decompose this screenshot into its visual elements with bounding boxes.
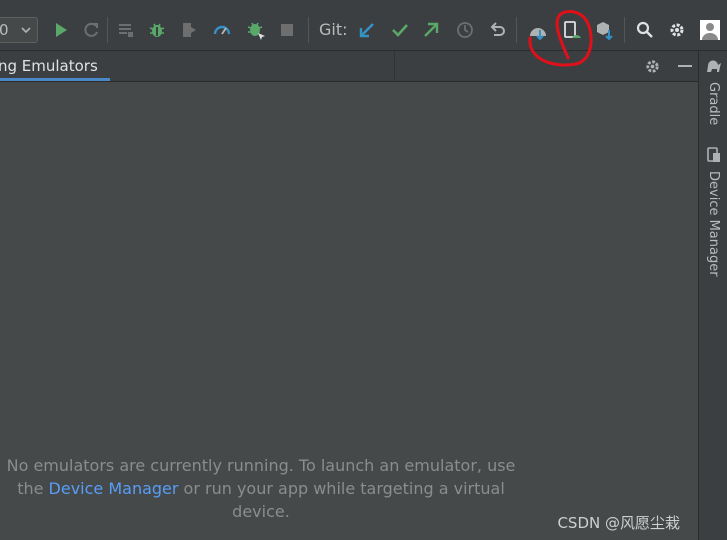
debug-icon[interactable]	[146, 19, 168, 41]
search-icon[interactable]	[634, 19, 656, 41]
empty-message-prefix: the	[17, 479, 49, 498]
chevron-down-icon	[20, 23, 32, 41]
gradle-tool-tab[interactable]: Gradle	[701, 59, 726, 125]
toolbar-separator	[624, 17, 625, 43]
git-label: Git:	[319, 20, 348, 39]
attach-debug-process-icon[interactable]	[244, 19, 268, 41]
tool-window-header: ng Emulators	[0, 51, 698, 82]
toolbar-separator	[107, 17, 108, 43]
device-manager-tab-label: Device Manager	[706, 171, 721, 277]
device-manager-tool-tab[interactable]: Device Manager	[701, 147, 726, 277]
main-toolbar: 0 Git:	[0, 0, 727, 51]
gradle-elephant-icon	[706, 59, 722, 78]
empty-message-suffix: or run your app while targeting a virtua…	[178, 479, 505, 521]
git-rollback-icon[interactable]	[486, 19, 508, 41]
toolbar-separator	[308, 17, 309, 43]
git-commit-icon[interactable]	[389, 19, 411, 41]
avd-download-icon[interactable]	[592, 19, 616, 41]
device-manager-tab-icon	[706, 147, 721, 167]
tab-label: ng Emulators	[0, 57, 98, 75]
right-tool-strip: Gradle Device Manager	[698, 51, 727, 540]
panel-settings-icon[interactable]	[642, 56, 662, 76]
empty-message-line2: the Device Manager or run your app while…	[0, 477, 522, 523]
profiler-icon[interactable]	[211, 19, 233, 41]
tab-running-emulators[interactable]: ng Emulators	[0, 51, 110, 81]
toolbar-separator	[516, 17, 517, 43]
sdk-manager-icon[interactable]	[526, 19, 550, 41]
minimize-icon[interactable]	[675, 56, 695, 76]
settings-icon[interactable]	[666, 19, 688, 41]
git-push-icon[interactable]	[420, 19, 442, 41]
run-config-selector[interactable]: 0	[0, 17, 38, 43]
apply-changes-icon[interactable]	[80, 19, 102, 41]
watermark: CSDN @风愿尘栽	[557, 514, 680, 532]
user-avatar-icon[interactable]	[699, 19, 721, 41]
coverage-icon[interactable]	[115, 19, 137, 41]
tab-separator	[394, 51, 395, 81]
empty-state-message: No emulators are currently running. To l…	[0, 454, 522, 523]
device-manager-link[interactable]: Device Manager	[49, 479, 179, 498]
git-history-icon[interactable]	[454, 19, 476, 41]
empty-message-line1: No emulators are currently running. To l…	[6, 456, 516, 475]
run-icon[interactable]	[50, 19, 72, 41]
attach-debugger-icon[interactable]	[178, 19, 200, 41]
emulator-panel: No emulators are currently running. To l…	[0, 82, 698, 540]
active-tab-indicator	[0, 78, 110, 81]
gradle-tab-label: Gradle	[706, 82, 721, 126]
git-update-icon[interactable]	[356, 19, 378, 41]
stop-icon[interactable]	[276, 19, 298, 41]
run-config-value: 0	[0, 21, 9, 39]
device-manager-icon[interactable]	[560, 18, 584, 42]
